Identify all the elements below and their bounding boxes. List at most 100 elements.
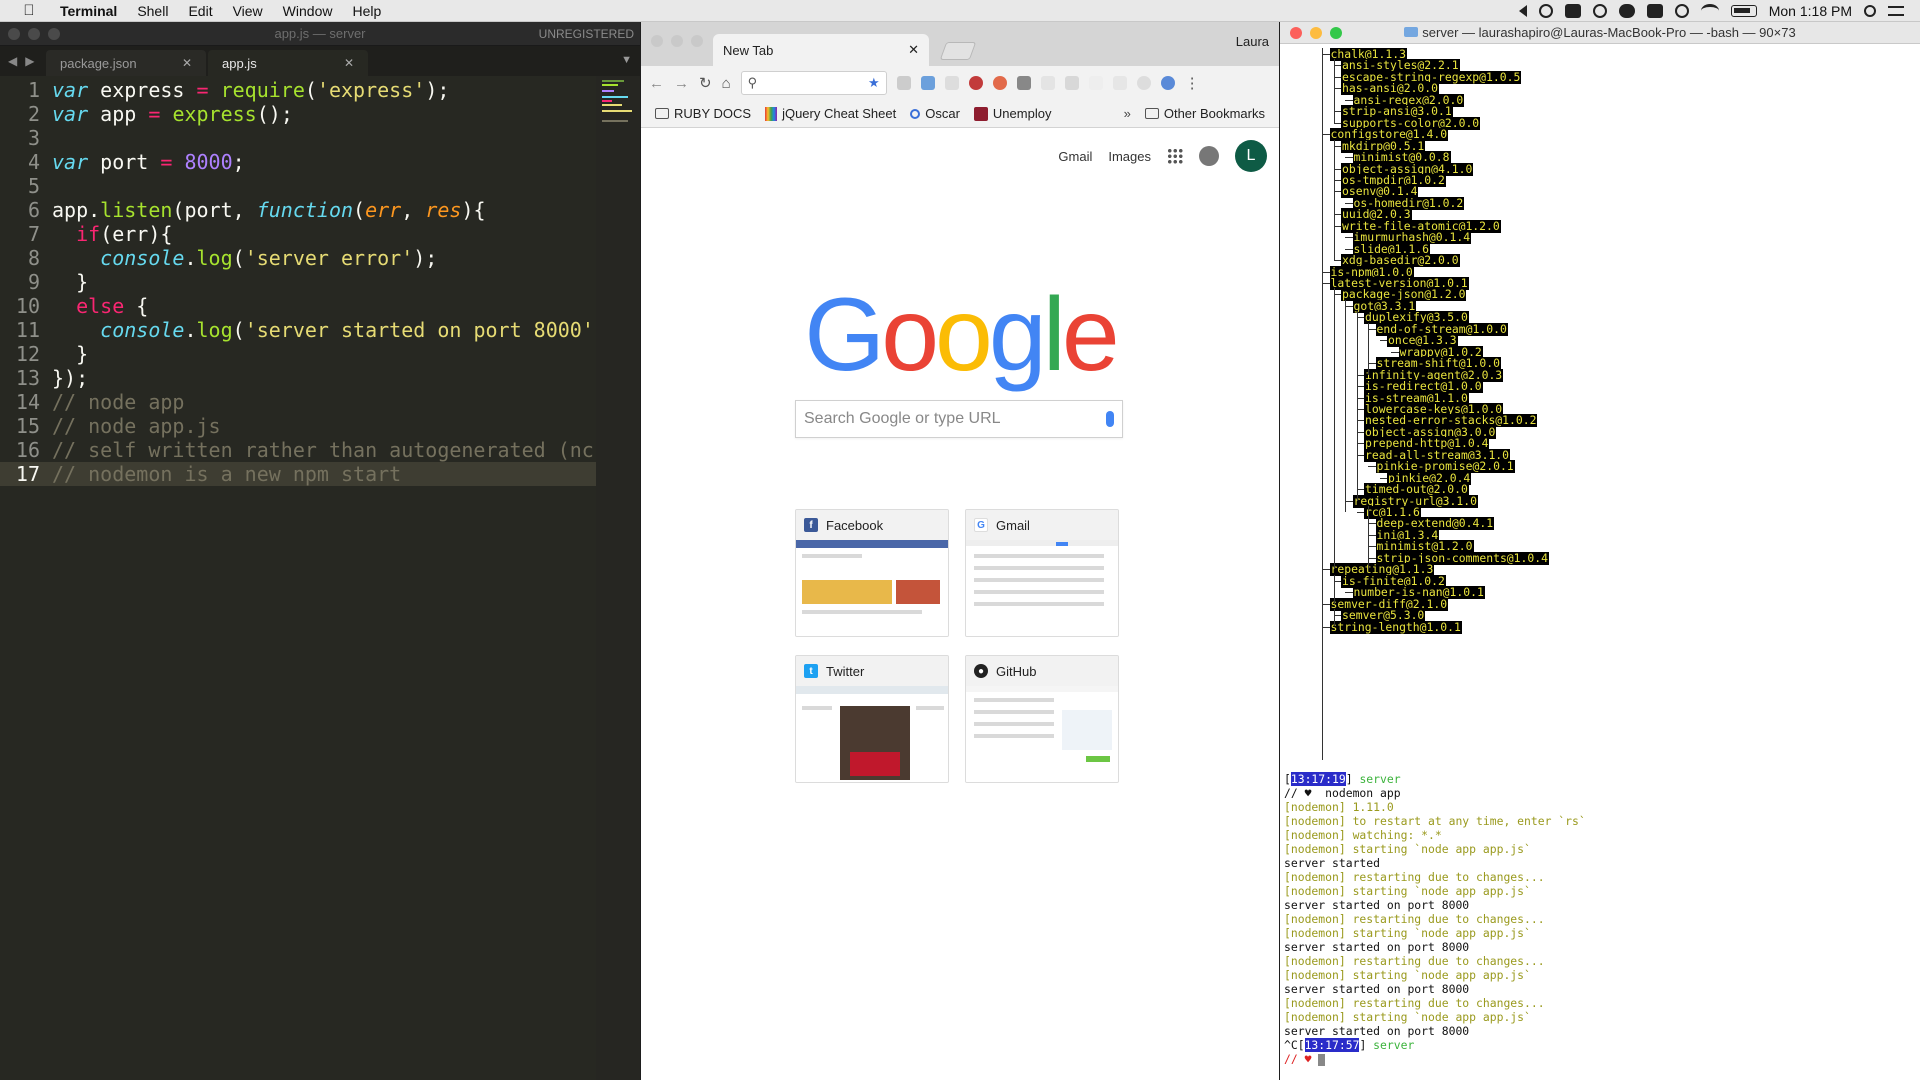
microphone-icon[interactable] [1106, 411, 1114, 427]
extension-drive-icon[interactable] [896, 76, 911, 90]
home-icon[interactable]: ⌂ [722, 75, 731, 92]
browser-close-button[interactable] [651, 35, 663, 47]
bookmark-unemploy[interactable]: Unemploy [973, 106, 1051, 121]
prompt-directory: server [1373, 1038, 1415, 1052]
sync-icon[interactable] [1592, 3, 1607, 18]
browser-window-controls[interactable] [651, 35, 703, 47]
server-output-line: server started [1284, 856, 1381, 870]
tile-github[interactable]: ● GitHub [965, 655, 1119, 783]
tile-label: Twitter [826, 663, 865, 679]
menu-edit[interactable]: Edit [178, 3, 222, 19]
text-cursor [1318, 1053, 1326, 1066]
address-bar[interactable]: ⚲ ★ [740, 71, 887, 95]
logo-letter: o [935, 277, 993, 393]
extension-red-icon[interactable] [968, 76, 983, 90]
spotlight-search-icon[interactable] [1864, 4, 1876, 17]
extension-grid-icon[interactable] [1064, 76, 1079, 90]
bookmarks-overflow-chevron[interactable]: » [1124, 106, 1131, 121]
close-icon[interactable]: ✕ [182, 56, 192, 70]
menu-window[interactable]: Window [273, 3, 343, 19]
extension-x-icon[interactable] [944, 76, 959, 90]
images-link[interactable]: Images [1108, 149, 1151, 164]
active-prompt[interactable]: // ♥ [1280, 1052, 1920, 1066]
tab-nav-arrows[interactable]: ◀ ▶ [0, 46, 46, 76]
extension-r-icon[interactable] [1088, 76, 1103, 90]
tile-twitter[interactable]: t Twitter [795, 655, 949, 783]
prompt-symbol: // ♥ [1284, 1052, 1319, 1066]
evernote-icon[interactable] [1646, 3, 1663, 18]
tab-dropdown-icon[interactable]: ▼ [621, 54, 632, 66]
browser-tab-title: New Tab [723, 42, 774, 58]
extension-gray-icon[interactable] [1040, 76, 1055, 90]
bookmark-oscar[interactable]: Oscar [910, 106, 960, 121]
forward-icon[interactable]: → [674, 75, 689, 92]
menu-help[interactable]: Help [342, 3, 391, 19]
extension-s-icon[interactable] [1112, 76, 1127, 90]
code-line: 4 var port = 8000; [27, 150, 245, 174]
code-editor[interactable]: 1 var express = require('express'); 2 var … [0, 76, 596, 1080]
tab-next-icon[interactable]: ▶ [25, 54, 34, 68]
menu-app-name[interactable]: Terminal [50, 3, 127, 19]
extension-box-icon[interactable] [1016, 76, 1031, 90]
extension-dot-icon[interactable] [1136, 76, 1151, 90]
browser-tab-new-tab[interactable]: New Tab ✕ [713, 34, 929, 66]
close-icon[interactable]: ✕ [344, 56, 354, 70]
most-visited-tiles: f Facebook G Gmail t Twitter ● GitHub [795, 509, 1119, 783]
close-icon[interactable]: ✕ [908, 42, 919, 58]
back-icon[interactable]: ← [649, 75, 664, 92]
extension-pocket-icon[interactable] [992, 76, 1007, 90]
bookmark-other-bookmarks[interactable]: Other Bookmarks [1144, 106, 1265, 121]
wifi-icon[interactable] [1700, 3, 1719, 18]
apps-grid-icon[interactable] [1167, 148, 1183, 164]
menubar-clock[interactable]: Mon 1:18 PM [1769, 3, 1852, 19]
cloud-icon[interactable] [1618, 3, 1635, 18]
extension-y-icon[interactable] [920, 76, 935, 90]
terminal-output[interactable]: chalk@1.1.3 ansi-styles@2.2.1 escape-strin… [1280, 44, 1920, 1080]
glasses-icon[interactable] [1538, 3, 1553, 18]
time-machine-icon[interactable] [1674, 3, 1689, 18]
github-icon: ● [974, 664, 988, 678]
tab-app-js[interactable]: app.js ✕ [208, 50, 368, 76]
bookmark-jquery-cheat-sheet[interactable]: jQuery Cheat Sheet [765, 106, 896, 121]
prompt-directory: server [1359, 772, 1401, 786]
browser-minimize-button[interactable] [671, 35, 683, 47]
apple-menu-icon[interactable]:  [18, 2, 40, 19]
server-output-line: server started on port 8000 [1284, 940, 1470, 954]
browser-zoom-button[interactable] [691, 35, 703, 47]
nodemon-log-line: [nodemon] restarting due to changes... [1284, 954, 1545, 968]
reload-icon[interactable]: ↻ [699, 74, 712, 92]
bookmark-label: RUBY DOCS [674, 106, 752, 121]
extension-sync-icon[interactable] [1160, 76, 1175, 90]
bookmark-star-icon[interactable]: ★ [868, 75, 880, 91]
tile-facebook[interactable]: f Facebook [795, 509, 949, 637]
prompt-line: [13:17:19] server [1284, 772, 1401, 786]
new-tab-button[interactable] [939, 42, 977, 60]
profile-name[interactable]: Laura [1236, 34, 1269, 49]
code-line: 13}); [15, 366, 89, 390]
terminal-title: server — laurashapiro@Lauras-MacBook-Pro… [1280, 25, 1920, 40]
tile-gmail[interactable]: G Gmail [965, 509, 1119, 637]
account-avatar[interactable]: L [1235, 140, 1267, 172]
bookmark-label: jQuery Cheat Sheet [782, 106, 897, 121]
menu-view[interactable]: View [223, 3, 273, 19]
notification-center-icon[interactable] [1888, 5, 1904, 16]
gmail-link[interactable]: Gmail [1058, 149, 1092, 164]
tab-package-json[interactable]: package.json ✕ [46, 50, 206, 76]
twitter-icon: t [804, 664, 818, 678]
rainbow-icon [765, 106, 778, 121]
minimap[interactable] [596, 76, 640, 1080]
bookmark-ruby-docs[interactable]: RUBY DOCS [655, 106, 751, 121]
google-icon: G [974, 518, 988, 532]
nodemon-log-line: [nodemon] restarting due to changes... [1284, 870, 1545, 884]
tab-prev-icon[interactable]: ◀ [8, 54, 17, 68]
menu-bar:  Terminal Shell Edit View Window Help M… [0, 0, 1920, 22]
server-output-line: server started on port 8000 [1284, 982, 1470, 996]
battery-icon[interactable] [1730, 4, 1757, 17]
clipboard-icon[interactable] [1564, 3, 1581, 18]
send-icon[interactable] [1511, 4, 1527, 17]
menu-kebab-icon[interactable]: ⋮ [1185, 74, 1200, 92]
search-input[interactable]: Search Google or type URL [795, 400, 1123, 438]
tree-package: string-length@1.0.1 [1329, 619, 1462, 634]
notifications-bell-icon[interactable] [1199, 146, 1219, 166]
menu-shell[interactable]: Shell [127, 3, 178, 19]
